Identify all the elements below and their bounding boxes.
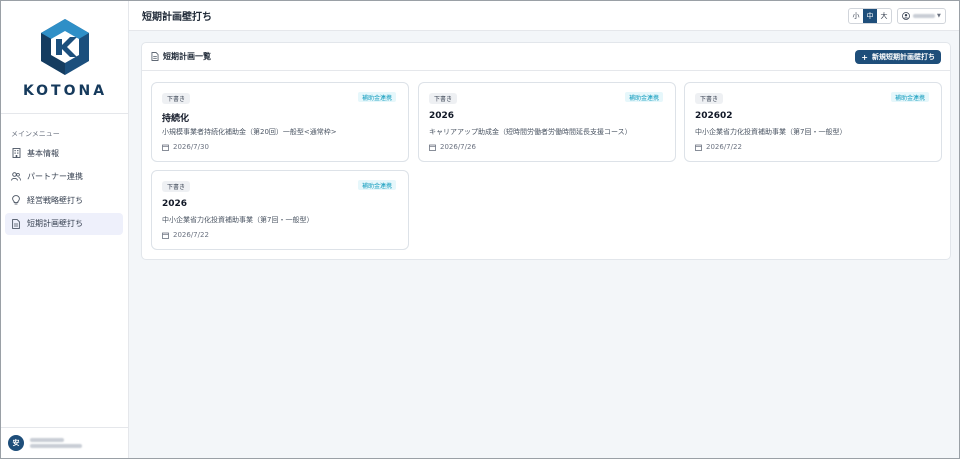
subsidy-tag: 補助金連携 <box>357 180 396 190</box>
short-term-plan-panel: 短期計画一覧 + 新規短期計画壁打ち 下書き 補助金連携 持続化 小規模事業者持… <box>141 42 951 260</box>
document-icon <box>151 52 159 61</box>
calendar-icon <box>162 144 169 151</box>
status-badge: 下書き <box>162 181 191 192</box>
main-content: 短期計画壁打ち 小 中 大 ▼ 短期計画一覧 + 新規短期計画壁打ち 下書き 補… <box>129 1 959 458</box>
sidebar-item-label: 短期計画壁打ち <box>27 219 83 228</box>
subsidy-tag: 補助金連携 <box>890 92 929 102</box>
plan-card[interactable]: 下書き 補助金連携 2026 キャリアアップ助成金（短時間労働者労働時間延長支援… <box>418 82 676 162</box>
brand-name: KOTONA <box>22 83 108 99</box>
card-date-text: 2026/7/22 <box>706 143 742 151</box>
sidebar-item-label: 経営戦略壁打ち <box>27 195 83 205</box>
card-date: 2026/7/22 <box>695 143 742 151</box>
new-plan-button-label: 新規短期計画壁打ち <box>872 53 935 61</box>
plan-card[interactable]: 下書き 補助金連携 2026 中小企業省力化投資補助事業（第7回・一般型） 20… <box>151 170 409 250</box>
sidebar-item-label: 基本情報 <box>27 148 59 158</box>
status-badge: 下書き <box>429 93 458 104</box>
card-description: キャリアアップ助成金（短時間労働者労働時間延長支援コース） <box>429 128 632 136</box>
sidebar-item-basic-info[interactable]: 基本情報 <box>5 142 123 164</box>
card-title: 2026 <box>429 111 455 121</box>
card-title: 202602 <box>695 111 733 121</box>
users-icon <box>11 172 21 182</box>
sidebar-item-label: パートナー連携 <box>27 172 83 181</box>
plan-card-grid: 下書き 補助金連携 持続化 小規模事業者持続化補助金（第20回）一般型<通常枠>… <box>151 82 943 252</box>
card-date: 2026/7/30 <box>162 143 209 151</box>
plus-icon: + <box>861 52 868 62</box>
sidebar-item-strategy[interactable]: 経営戦略壁打ち <box>5 189 123 211</box>
card-date-text: 2026/7/30 <box>173 143 209 151</box>
user-circle-icon <box>902 12 910 20</box>
new-plan-button[interactable]: + 新規短期計画壁打ち <box>855 50 941 64</box>
plan-card[interactable]: 下書き 補助金連携 持続化 小規模事業者持続化補助金（第20回）一般型<通常枠>… <box>151 82 409 162</box>
card-date: 2026/7/26 <box>429 143 476 151</box>
card-date-text: 2026/7/26 <box>440 143 476 151</box>
card-date-text: 2026/7/22 <box>173 231 209 239</box>
font-size-small-button[interactable]: 小 <box>849 9 863 23</box>
top-bar: 短期計画壁打ち 小 中 大 ▼ <box>129 1 959 31</box>
card-date: 2026/7/22 <box>162 231 209 239</box>
calendar-icon <box>695 144 702 151</box>
card-description: 中小企業省力化投資補助事業（第7回・一般型） <box>695 128 847 136</box>
font-size-large-button[interactable]: 大 <box>877 9 891 23</box>
user-name-redacted <box>913 14 935 18</box>
calendar-icon <box>162 232 169 239</box>
panel-title: 短期計画一覧 <box>163 52 211 61</box>
plan-card[interactable]: 下書き 補助金連携 202602 中小企業省力化投資補助事業（第7回・一般型） … <box>684 82 942 162</box>
app-window: KOTONA メインメニュー 基本情報 パートナー連携 経営戦略壁打ち 短期計画… <box>0 0 960 459</box>
card-description: 小規模事業者持続化補助金（第20回）一般型<通常枠> <box>162 128 337 136</box>
page-title: 短期計画壁打ち <box>142 12 212 23</box>
user-menu-button[interactable]: ▼ <box>897 8 946 24</box>
building-icon <box>11 148 21 158</box>
user-info-redacted <box>30 436 82 450</box>
card-description: 中小企業省力化投資補助事業（第7回・一般型） <box>162 216 314 224</box>
logo-area: KOTONA <box>1 1 128 114</box>
calendar-icon <box>429 144 436 151</box>
lightbulb-icon <box>11 195 21 205</box>
sidebar: KOTONA メインメニュー 基本情報 パートナー連携 経営戦略壁打ち 短期計画… <box>1 1 129 458</box>
avatar: 安 <box>8 435 24 451</box>
font-size-medium-button[interactable]: 中 <box>863 9 877 23</box>
subsidy-tag: 補助金連携 <box>624 92 663 102</box>
kotona-logo-icon <box>41 19 89 75</box>
menu-section-title: メインメニュー <box>11 130 60 138</box>
main-nav: 基本情報 パートナー連携 経営戦略壁打ち 短期計画壁打ち <box>5 142 123 236</box>
document-icon <box>11 218 21 229</box>
sidebar-item-short-term-plan[interactable]: 短期計画壁打ち <box>5 212 123 235</box>
card-title: 持続化 <box>162 114 190 124</box>
panel-header: 短期計画一覧 + 新規短期計画壁打ち <box>142 43 950 71</box>
status-badge: 下書き <box>695 93 724 104</box>
subsidy-tag: 補助金連携 <box>357 92 396 102</box>
font-size-toggle: 小 中 大 <box>848 8 892 24</box>
status-badge: 下書き <box>162 93 191 104</box>
user-profile[interactable]: 安 <box>1 427 129 458</box>
sidebar-item-partner[interactable]: パートナー連携 <box>5 166 123 188</box>
card-title: 2026 <box>162 199 188 209</box>
chevron-down-icon: ▼ <box>937 13 941 19</box>
